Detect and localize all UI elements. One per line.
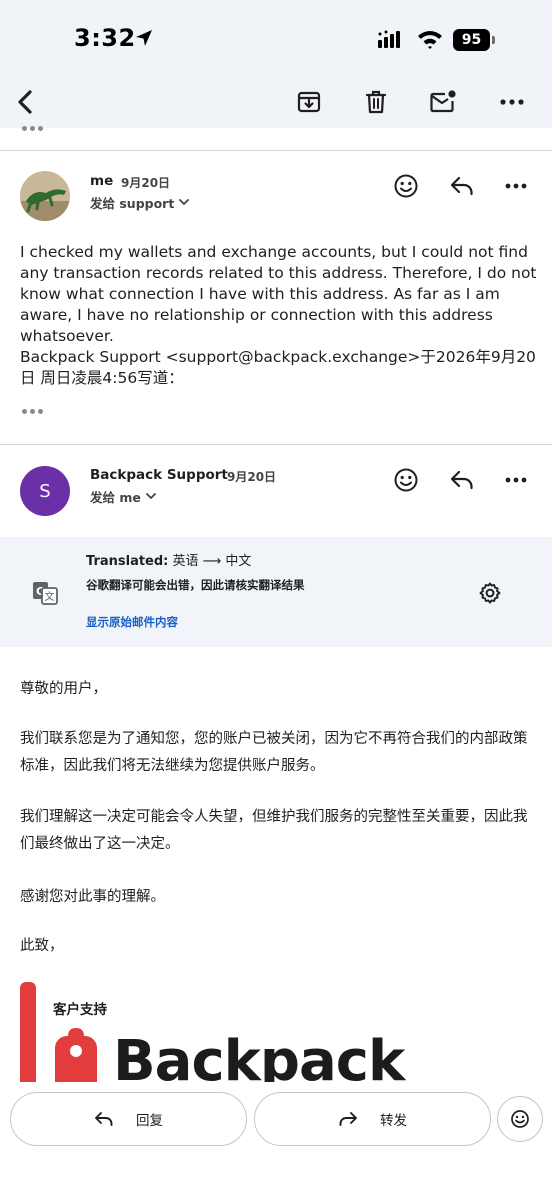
emoji-icon	[394, 468, 418, 492]
reply-pill-button[interactable]: 回复	[10, 1092, 247, 1146]
backpack-logo-icon	[55, 1028, 97, 1082]
archive-icon	[297, 91, 321, 113]
translation-warning: 谷歌翻译可能会出错，因此请核实翻译结果	[86, 578, 305, 592]
translated-paragraph-2: 我们理解这一决定可能会令人失望，但维护我们服务的完整性至关重要，因此我们最终做出…	[20, 809, 528, 852]
emoji-icon	[511, 1110, 529, 1128]
forward-icon	[339, 1112, 357, 1126]
gear-icon	[479, 582, 501, 604]
show-quoted-text-toggle[interactable]	[22, 407, 46, 417]
forward-pill-button[interactable]: 转发	[254, 1092, 491, 1146]
message-divider	[0, 444, 552, 445]
forward-label: 转发	[380, 1113, 407, 1129]
translation-banner: G 文 Translated: 英语 ⟶ 中文 谷歌翻译可能会出错，因此请核实翻…	[0, 537, 552, 647]
quote-header: Backpack Support <support@backpack.excha…	[20, 348, 536, 387]
brand-accent-bar	[20, 982, 36, 1082]
battery-indicator: 95	[453, 29, 490, 51]
react-emoji-button[interactable]	[390, 464, 422, 496]
cellular-signal-icon	[378, 30, 400, 48]
dot	[38, 409, 43, 414]
back-button[interactable]	[4, 80, 48, 124]
reply-button[interactable]	[446, 170, 478, 202]
status-time: 3:32	[74, 24, 136, 52]
translated-paragraph-3: 感谢您对此事的理解。	[20, 889, 165, 905]
more-horizontal-icon	[505, 183, 527, 189]
delete-button[interactable]	[354, 80, 398, 124]
reply-button[interactable]	[446, 464, 478, 496]
chevron-down-icon	[179, 199, 190, 206]
status-bar: 3:32 95	[0, 0, 552, 80]
dot	[22, 126, 27, 131]
trash-icon	[365, 90, 387, 114]
message-body: I checked my wallets and exchange accoun…	[20, 242, 540, 389]
translated-greeting: 尊敬的用户，	[20, 681, 107, 697]
message-date: 9月20日	[121, 176, 171, 190]
reply-icon	[95, 1112, 113, 1126]
translated-closing: 此致，	[20, 938, 64, 954]
sender-name: Backpack Support	[90, 467, 228, 483]
back-chevron-icon	[18, 90, 32, 114]
translate-icon: G 文	[33, 582, 58, 605]
signature-label: 客户支持	[53, 1002, 107, 1018]
wifi-icon	[418, 31, 442, 49]
message-more-button[interactable]	[500, 170, 532, 202]
recipient-label: 发给 me	[90, 490, 141, 505]
email-signature: 客户支持 Backpack	[20, 982, 420, 1082]
dot	[30, 126, 35, 131]
translation-prefix: Translated:	[86, 554, 169, 569]
mark-unread-button[interactable]	[421, 80, 465, 124]
recipient-toggle[interactable]: 发给 me	[90, 487, 156, 506]
sender-name: me	[90, 173, 114, 189]
message-more-button[interactable]	[500, 464, 532, 496]
react-emoji-button[interactable]	[390, 170, 422, 202]
message-body-text: I checked my wallets and exchange accoun…	[20, 243, 537, 345]
more-horizontal-icon	[505, 477, 527, 483]
backpack-wordmark: Backpack	[113, 1029, 405, 1083]
react-emoji-round-button[interactable]	[497, 1096, 543, 1142]
svg-text:文: 文	[45, 590, 55, 603]
message-date: 9月20日	[227, 470, 277, 484]
email-toolbar	[0, 80, 552, 128]
translation-languages: 英语 ⟶ 中文	[172, 554, 252, 569]
battery-tip	[492, 36, 495, 44]
translation-settings-button[interactable]	[474, 577, 506, 609]
bottom-action-bar: 回复 转发	[0, 1082, 552, 1199]
dot	[38, 126, 43, 131]
reply-icon	[450, 176, 473, 196]
translation-title: Translated: 英语 ⟶ 中文	[86, 550, 251, 569]
mark-unread-icon	[430, 90, 456, 113]
more-options-button[interactable]	[490, 80, 534, 124]
message-divider	[0, 150, 552, 151]
alligator-avatar-image	[20, 171, 70, 221]
reply-label: 回复	[136, 1113, 163, 1129]
emoji-icon	[394, 174, 418, 198]
recipient-toggle[interactable]: 发给 support	[90, 193, 190, 212]
archive-button[interactable]	[287, 80, 331, 124]
more-horizontal-icon	[500, 99, 524, 105]
dot	[30, 409, 35, 414]
collapsed-messages-toggle[interactable]	[22, 124, 46, 134]
reply-icon	[450, 470, 473, 490]
recipient-label: 发给 support	[90, 196, 175, 211]
dot	[22, 409, 27, 414]
show-original-link[interactable]: 显示原始邮件内容	[86, 614, 178, 630]
chevron-down-icon	[145, 493, 156, 500]
avatar-me[interactable]	[20, 171, 70, 221]
location-arrow-icon	[136, 30, 152, 46]
avatar-backpack-support[interactable]: S	[20, 466, 70, 516]
translated-paragraph-1: 我们联系您是为了通知您，您的账户已被关闭，因为它不再符合我们的内部政策标准，因此…	[20, 731, 528, 774]
